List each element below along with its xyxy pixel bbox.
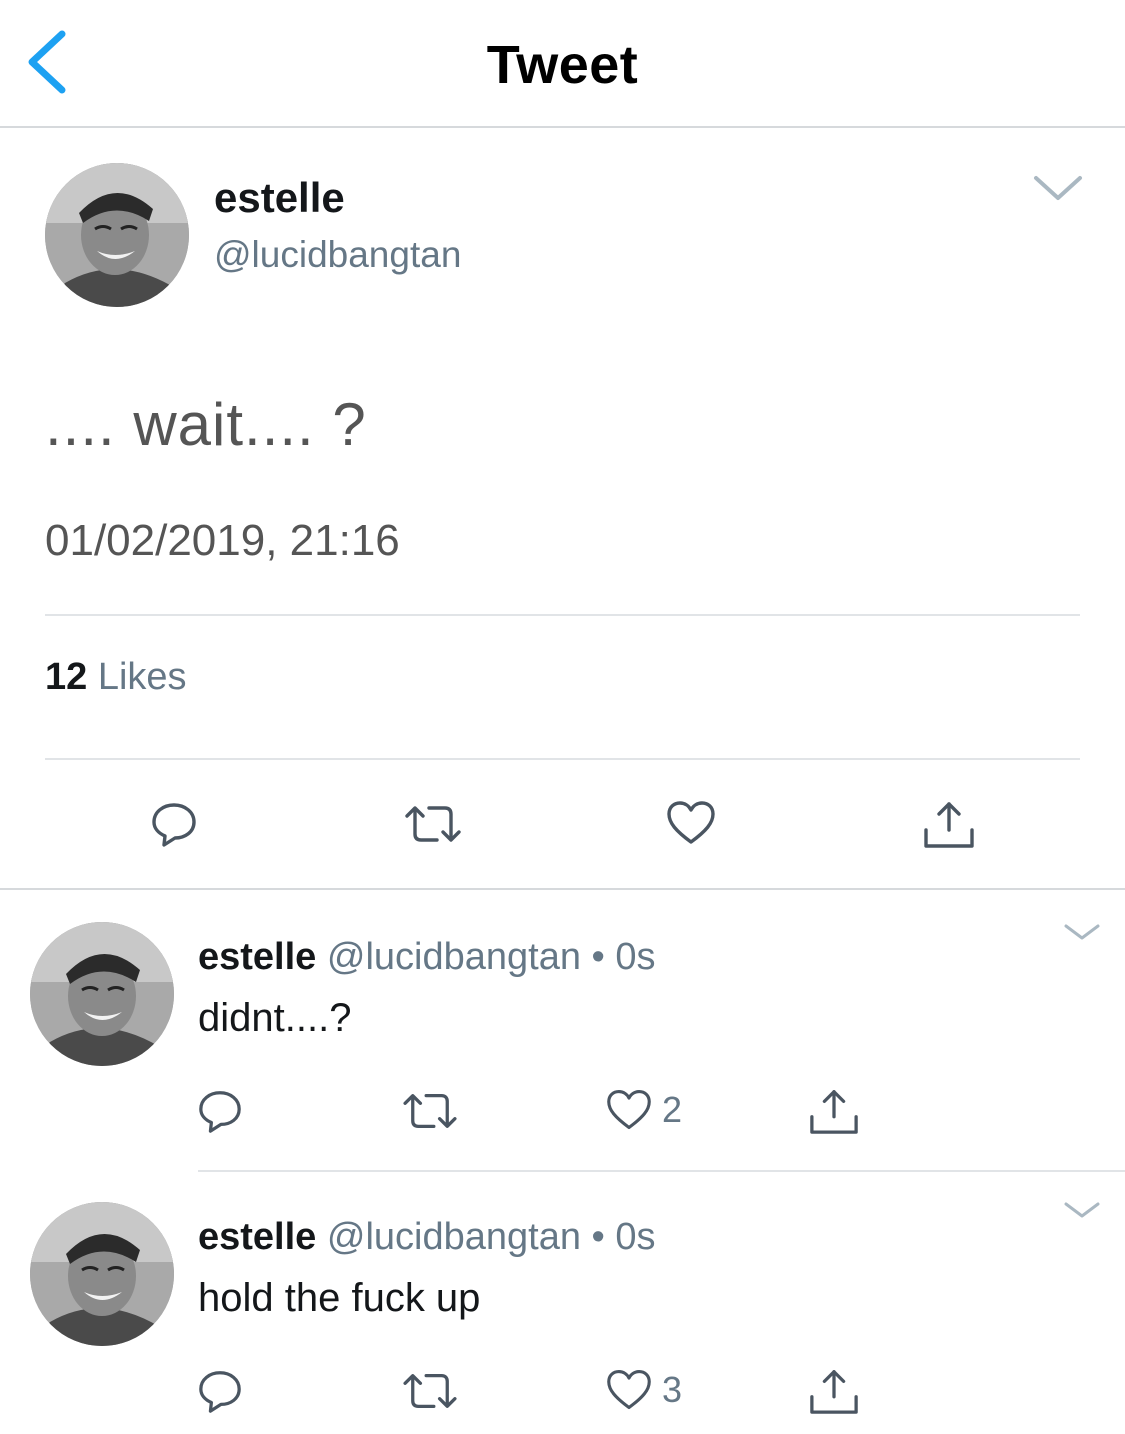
tweet-text: didnt....? bbox=[198, 996, 352, 1040]
like-button[interactable]: 3 bbox=[606, 1368, 682, 1412]
like-count: 2 bbox=[662, 1089, 683, 1130]
user-handle[interactable]: @lucidbangtan bbox=[327, 936, 581, 978]
reply-header: estelle @lucidbangtan • 0s bbox=[198, 936, 656, 979]
likes-count: 12 bbox=[45, 656, 88, 698]
share-button[interactable] bbox=[808, 1366, 860, 1416]
chevron-down-icon bbox=[1064, 1202, 1100, 1218]
heart-icon bbox=[667, 801, 715, 844]
display-name[interactable]: estelle bbox=[214, 174, 345, 222]
tweet-timestamp: 01/02/2019, 21:16 bbox=[45, 516, 400, 565]
user-handle[interactable]: @lucidbangtan bbox=[327, 1216, 581, 1258]
share-icon bbox=[810, 1370, 858, 1414]
tweet-text: hold the fuck up bbox=[198, 1276, 481, 1320]
comment-icon bbox=[199, 1091, 241, 1133]
display-name[interactable]: estelle bbox=[198, 936, 316, 978]
share-icon bbox=[810, 1090, 858, 1134]
avatar[interactable] bbox=[30, 922, 174, 1066]
likes-label: Likes bbox=[97, 656, 187, 698]
reply-tweet[interactable]: estelle @lucidbangtan • 0s hold the fuck… bbox=[0, 1172, 1125, 1434]
tweet-options-button[interactable] bbox=[1030, 168, 1086, 208]
page-title: Tweet bbox=[486, 35, 639, 95]
separator-dot: • bbox=[591, 936, 605, 978]
reply-time: 0s bbox=[615, 936, 656, 978]
share-button[interactable] bbox=[808, 1086, 860, 1136]
tweet-text: .... wait.... ? bbox=[45, 391, 367, 458]
main-tweet: estelle @lucidbangtan .... wait.... ? 01… bbox=[0, 128, 1125, 890]
reply-header: estelle @lucidbangtan • 0s bbox=[198, 1216, 656, 1259]
nav-header: Tweet bbox=[0, 0, 1125, 128]
likes-stat[interactable]: 12 Likes bbox=[45, 656, 187, 699]
heart-icon bbox=[607, 1370, 651, 1410]
avatar[interactable] bbox=[45, 163, 189, 307]
retweet-button[interactable] bbox=[401, 1368, 459, 1414]
like-count: 3 bbox=[662, 1369, 683, 1410]
separator-dot: • bbox=[591, 1216, 605, 1258]
share-button[interactable] bbox=[922, 798, 976, 850]
avatar-photo bbox=[30, 1202, 174, 1346]
retweet-icon bbox=[405, 806, 461, 842]
tweet-options-button[interactable] bbox=[1062, 920, 1102, 944]
avatar-photo bbox=[30, 922, 174, 1066]
reply-button[interactable] bbox=[197, 1088, 243, 1134]
retweet-icon bbox=[403, 1374, 457, 1408]
chevron-down-icon bbox=[1034, 176, 1082, 200]
retweet-icon bbox=[403, 1094, 457, 1128]
chevron-down-icon bbox=[1064, 924, 1100, 940]
retweet-button[interactable] bbox=[403, 800, 463, 848]
like-button[interactable]: 2 bbox=[606, 1088, 682, 1132]
avatar[interactable] bbox=[30, 1202, 174, 1346]
reply-button[interactable] bbox=[197, 1368, 243, 1414]
heart-icon bbox=[607, 1090, 651, 1130]
display-name[interactable]: estelle bbox=[198, 1216, 316, 1258]
divider bbox=[45, 758, 1080, 760]
comment-icon bbox=[199, 1371, 241, 1413]
comment-icon bbox=[152, 803, 196, 847]
user-handle[interactable]: @lucidbangtan bbox=[214, 234, 461, 276]
retweet-button[interactable] bbox=[401, 1088, 459, 1134]
reply-tweet[interactable]: estelle @lucidbangtan • 0s didnt....? 2 bbox=[0, 890, 1125, 1172]
avatar-photo bbox=[45, 163, 189, 307]
divider bbox=[45, 614, 1080, 616]
share-icon bbox=[924, 802, 974, 848]
reply-button[interactable] bbox=[150, 800, 198, 848]
like-button[interactable] bbox=[666, 800, 716, 846]
reply-time: 0s bbox=[615, 1216, 656, 1258]
tweet-options-button[interactable] bbox=[1062, 1198, 1102, 1222]
